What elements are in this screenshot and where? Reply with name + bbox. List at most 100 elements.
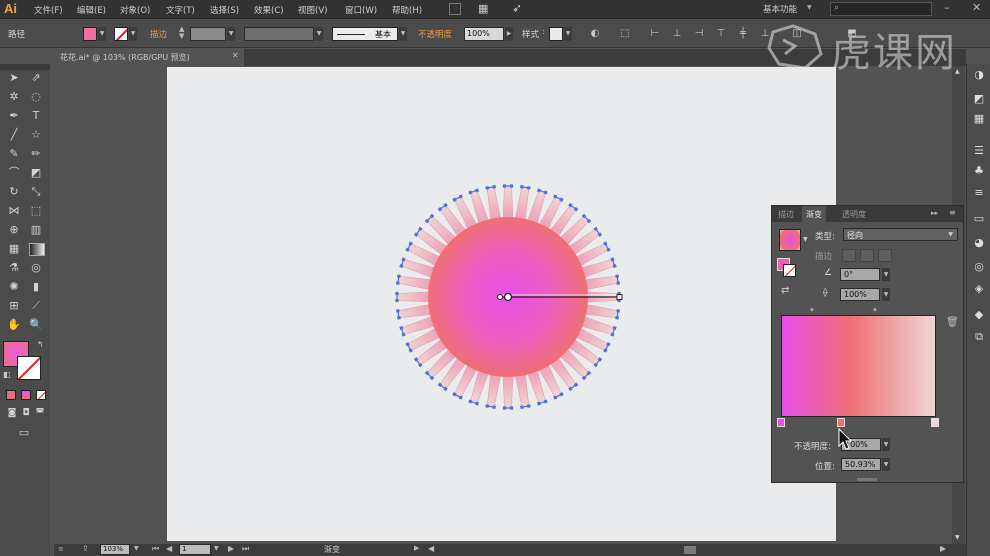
magic-wand-tool-icon[interactable]: ✲: [5, 89, 23, 105]
gradient-preview-swatch[interactable]: [779, 229, 801, 251]
stop-position-dropdown[interactable]: ▼: [882, 458, 890, 471]
blob-brush-tool-icon[interactable]: ⌒: [5, 165, 23, 181]
preview-chevron-icon[interactable]: ▼: [803, 236, 808, 243]
share-icon[interactable]: ⇪: [82, 544, 89, 553]
angle-dropdown[interactable]: ▼: [882, 268, 890, 281]
default-colors-icon[interactable]: ◧: [3, 370, 11, 379]
brush-dropdown[interactable]: ▼: [399, 27, 407, 41]
width-tool-icon[interactable]: ⋈: [5, 203, 23, 219]
menu-type[interactable]: 文字(T): [166, 4, 195, 16]
next-artboard-icon[interactable]: ▶: [228, 544, 234, 553]
midpoint-diamond-icon[interactable]: ◆: [810, 307, 814, 313]
stop-position-input[interactable]: 50.93%: [841, 458, 881, 471]
gradient-type-select[interactable]: 径向 ▼: [843, 228, 958, 241]
stroke-weight-dropdown[interactable]: ▼: [227, 27, 235, 41]
artboard-tool-icon[interactable]: ⊞: [5, 298, 23, 314]
star-tool-icon[interactable]: ☆: [27, 127, 45, 143]
mesh-tool-icon[interactable]: ▦: [5, 241, 23, 257]
stroke-gradient-within-icon[interactable]: [842, 249, 856, 262]
reverse-gradient-icon[interactable]: ⇄: [781, 285, 789, 296]
recolor-artwork-icon[interactable]: ◐: [588, 27, 602, 41]
layers-panel-icon[interactable]: ◆: [972, 308, 986, 322]
graphic-style-swatch[interactable]: [549, 27, 563, 41]
angle-input[interactable]: 0°: [840, 268, 880, 281]
opacity-label[interactable]: 不透明度: [418, 28, 452, 40]
zoom-dropdown-icon[interactable]: ▼: [134, 545, 139, 552]
document-tab[interactable]: 花花.ai* @ 103% (RGB/GPU 预览): [54, 49, 244, 66]
gradient-panel-icon[interactable]: ▭: [972, 212, 986, 226]
type-tool-icon[interactable]: T: [27, 108, 45, 124]
gradient-stop-right[interactable]: [931, 418, 939, 427]
workspace-switcher[interactable]: 基本功能: [763, 3, 797, 15]
fill-dropdown[interactable]: ▼: [98, 27, 106, 41]
pencil-tool-icon[interactable]: ✏: [27, 146, 45, 162]
panel-resize-grip[interactable]: [857, 478, 877, 481]
menu-object[interactable]: 对象(O): [120, 4, 150, 16]
artboard-nav-icon[interactable]: ≡: [58, 545, 64, 553]
first-artboard-icon[interactable]: ⏮: [152, 544, 159, 554]
artboard-number-input[interactable]: 1: [179, 544, 211, 555]
zoom-tool-icon[interactable]: 🔍: [27, 317, 45, 333]
menu-select[interactable]: 选择(S): [210, 4, 239, 16]
symbol-sprayer-tool-icon[interactable]: ✺: [5, 279, 23, 295]
gradient-mode-button[interactable]: [21, 390, 31, 400]
close-icon[interactable]: ✕: [972, 1, 981, 14]
none-mode-button[interactable]: [36, 390, 46, 400]
scale-tool-icon[interactable]: ⤡: [27, 184, 45, 200]
tab-stroke[interactable]: 描边: [774, 206, 798, 222]
search-field[interactable]: ⌕: [830, 2, 932, 16]
scroll-left-icon[interactable]: ◀: [428, 544, 434, 553]
gradient-stop-middle[interactable]: [837, 418, 845, 427]
scroll-right-icon[interactable]: ▶: [940, 544, 946, 553]
panel-menu-icon[interactable]: ≡: [949, 208, 956, 217]
align-top-icon[interactable]: ⊤: [714, 27, 728, 41]
lasso-tool-icon[interactable]: ◌: [27, 89, 45, 105]
stroke-weight-input[interactable]: [190, 27, 226, 41]
appearance-panel-icon[interactable]: ◎: [972, 260, 986, 274]
free-transform-tool-icon[interactable]: ⬚: [27, 203, 45, 219]
artboards-panel-icon[interactable]: ⧉: [972, 330, 986, 344]
color-guide-icon[interactable]: ◩: [972, 92, 986, 106]
delete-stop-icon[interactable]: 🗑: [946, 317, 959, 328]
selection-tool-icon[interactable]: ➤: [5, 70, 23, 86]
stepper-icon[interactable]: ▲ ▼: [179, 26, 184, 40]
brush-definition[interactable]: 基本: [332, 27, 398, 41]
direct-selection-tool-icon[interactable]: ⇗: [27, 70, 45, 86]
graphic-style-dropdown[interactable]: ▼: [564, 27, 572, 41]
collapse-icon[interactable]: ▸▸: [931, 209, 938, 217]
aspect-ratio-input[interactable]: 100%: [840, 288, 880, 301]
zoom-input[interactable]: 103%: [100, 544, 130, 555]
align-middle-icon[interactable]: ╪: [736, 27, 750, 41]
draw-inside-icon[interactable]: ◚: [31, 405, 49, 421]
gradient-tool-icon[interactable]: [29, 243, 45, 256]
minimize-icon[interactable]: –: [944, 1, 950, 14]
midpoint-diamond-icon-2[interactable]: ◆: [873, 307, 877, 313]
eraser-tool-icon[interactable]: ◩: [27, 165, 45, 181]
stroke-color-box[interactable]: [17, 356, 41, 380]
menu-edit[interactable]: 编辑(E): [77, 4, 106, 16]
gradient-stop-left[interactable]: [777, 418, 785, 427]
tab-gradient[interactable]: 渐变: [802, 206, 826, 222]
hand-tool-icon[interactable]: ✋: [5, 317, 23, 333]
align-right-icon[interactable]: ⊣: [692, 27, 706, 41]
horizontal-scroll-thumb[interactable]: [684, 546, 696, 554]
prev-artboard-icon[interactable]: ◀: [166, 544, 172, 553]
stroke-weight-label[interactable]: 描边: [150, 28, 167, 40]
pen-tool-icon[interactable]: ✒: [5, 108, 23, 124]
symbols-panel-icon[interactable]: ♣: [972, 164, 986, 178]
transparency-panel-icon[interactable]: ◕: [972, 236, 986, 250]
color-mode-button[interactable]: [6, 390, 16, 400]
blend-tool-icon[interactable]: ◎: [27, 260, 45, 276]
menu-help[interactable]: 帮助(H): [392, 4, 422, 16]
arrange-documents-icon[interactable]: ▦: [478, 2, 488, 15]
screen-mode-icon[interactable]: ▭: [15, 425, 33, 441]
flower-artwork[interactable]: [380, 170, 640, 430]
eyedropper-tool-icon[interactable]: ⚗: [5, 260, 23, 276]
paintbrush-tool-icon[interactable]: ✎: [5, 146, 23, 162]
last-artboard-icon[interactable]: ⏭: [242, 544, 249, 554]
fill-swatch[interactable]: [83, 27, 97, 41]
tab-close-icon[interactable]: ✕: [232, 51, 239, 60]
variable-width-profile[interactable]: [244, 27, 314, 41]
line-tool-icon[interactable]: ╱: [5, 127, 23, 143]
menu-window[interactable]: 窗口(W): [345, 4, 377, 16]
